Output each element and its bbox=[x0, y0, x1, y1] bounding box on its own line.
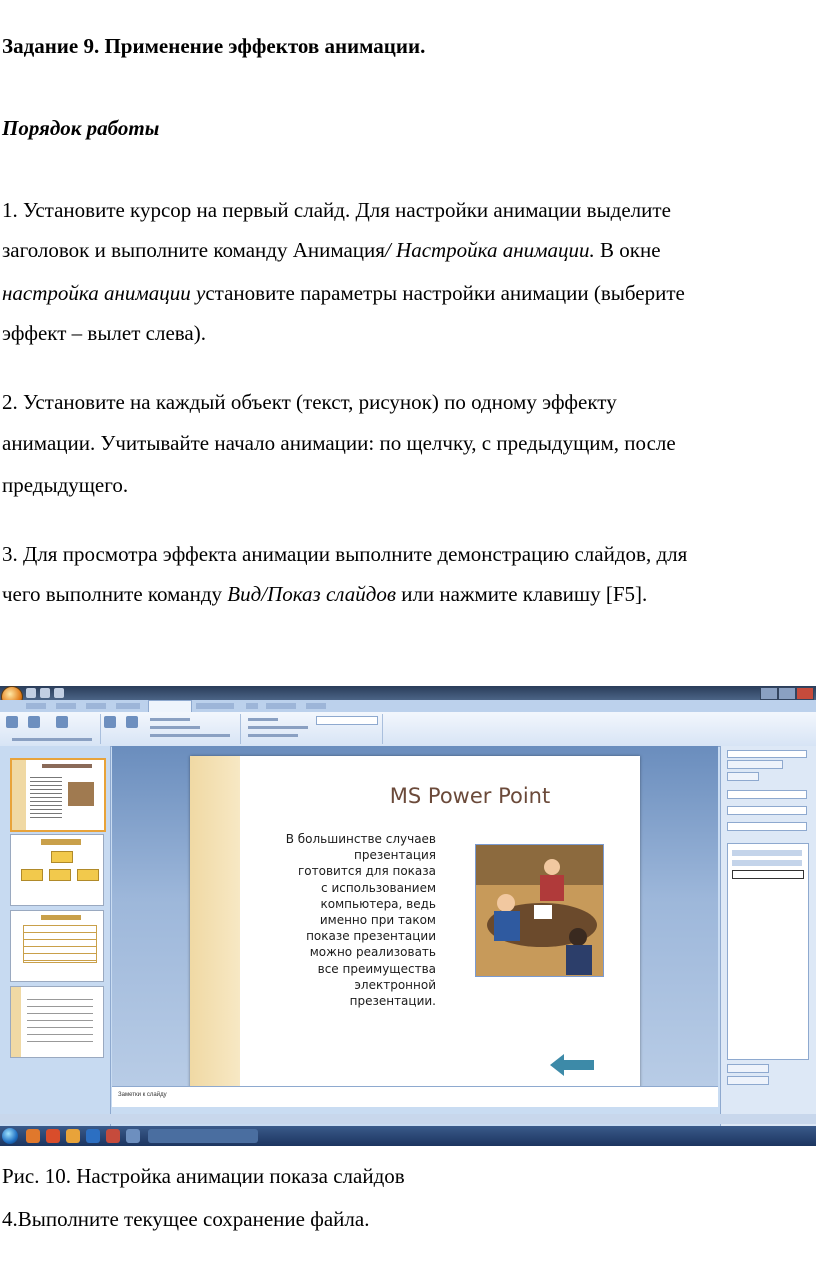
ribbon-group-setup bbox=[100, 714, 241, 744]
slide-thumbnail-2[interactable] bbox=[10, 834, 104, 906]
step3-command: Вид/Показ слайдов bbox=[227, 582, 396, 606]
notes-placeholder: Заметки к слайду bbox=[118, 1092, 167, 1098]
maximize-icon[interactable] bbox=[778, 687, 796, 700]
media-player-icon[interactable] bbox=[66, 1129, 80, 1143]
step1-command: / Настройка анимации. bbox=[384, 238, 595, 262]
explorer-icon[interactable] bbox=[126, 1129, 140, 1143]
presenter-view-line[interactable] bbox=[248, 734, 298, 737]
rehearse-timings-line[interactable] bbox=[150, 718, 190, 721]
slide-body-text[interactable]: В большинстве случаев презентация готови… bbox=[250, 831, 436, 1009]
step2-line2: анимации. Учитывайте начало анимации: по… bbox=[2, 431, 676, 455]
tab-format[interactable] bbox=[306, 703, 326, 709]
hide-slide-icon[interactable] bbox=[126, 716, 138, 728]
save-icon[interactable] bbox=[26, 688, 36, 698]
windows-taskbar bbox=[0, 1126, 816, 1146]
window-title-bar bbox=[0, 686, 816, 700]
tab-review[interactable] bbox=[196, 703, 234, 709]
slide-thumbnail-4[interactable] bbox=[10, 986, 104, 1058]
status-bar bbox=[0, 1114, 816, 1124]
step1-text-end: В окне bbox=[594, 238, 661, 262]
from-current-icon[interactable] bbox=[28, 716, 40, 728]
start-select[interactable] bbox=[727, 790, 807, 799]
resolution-line bbox=[248, 718, 278, 721]
ribbon-group-monitors bbox=[242, 714, 383, 744]
system-tray bbox=[720, 1129, 770, 1143]
firefox-icon[interactable] bbox=[26, 1129, 40, 1143]
figure-caption: Рис. 10. Настройка анимации показа слайд… bbox=[2, 1164, 405, 1188]
procedure-heading: Порядок работы bbox=[2, 116, 160, 140]
step3-line1: 3. Для просмотра эффекта анимации выполн… bbox=[2, 542, 688, 566]
slides-pane bbox=[0, 746, 111, 1128]
tab-developer[interactable] bbox=[266, 703, 296, 709]
undo-icon[interactable] bbox=[40, 688, 50, 698]
play-button[interactable] bbox=[727, 1064, 769, 1073]
slide-editing-area: MS Power Point В большинстве случаев пре… bbox=[112, 746, 718, 1092]
direction-select[interactable] bbox=[727, 806, 807, 815]
step1-window-name: настройка анимации у bbox=[2, 281, 206, 305]
word-icon[interactable] bbox=[86, 1129, 100, 1143]
step1-line4: эффект – вылет слева). bbox=[2, 321, 206, 345]
from-beginning-icon[interactable] bbox=[6, 716, 18, 728]
custom-show-icon[interactable] bbox=[56, 716, 68, 728]
ribbon-tabs bbox=[0, 700, 816, 712]
tab-slide-show[interactable] bbox=[148, 700, 192, 712]
effects-list[interactable] bbox=[727, 843, 809, 1060]
task-heading: Задание 9. Применение эффектов анимации. bbox=[2, 34, 426, 58]
step1-line3: настройка анимации установите параметры … bbox=[2, 280, 685, 306]
step3-text-end: или нажмите клавишу [F5]. bbox=[395, 582, 648, 606]
tab-view[interactable] bbox=[246, 703, 258, 709]
show-on-line bbox=[248, 726, 308, 729]
tab-animations[interactable] bbox=[116, 703, 140, 709]
powerpoint-screenshot: MS Power Point В большинстве случаев пре… bbox=[0, 686, 816, 1146]
step3-text: чего выполните команду bbox=[2, 582, 228, 606]
slide-decor-band bbox=[190, 756, 240, 1092]
slide-title[interactable]: MS Power Point bbox=[320, 784, 620, 808]
minimize-icon[interactable] bbox=[760, 687, 778, 700]
ribbon bbox=[0, 712, 816, 747]
resolution-select[interactable] bbox=[316, 716, 378, 725]
remove-effect-button[interactable] bbox=[727, 772, 759, 781]
record-narration-line[interactable] bbox=[150, 726, 200, 729]
slide-thumbnail-3[interactable] bbox=[10, 910, 104, 982]
step1-line2: заголовок и выполните команду Анимация/ … bbox=[2, 237, 661, 263]
tab-design[interactable] bbox=[86, 703, 106, 709]
current-slide[interactable]: MS Power Point В большинстве случаев пре… bbox=[190, 756, 640, 1092]
step1-line1: 1. Установите курсор на первый слайд. Дл… bbox=[2, 198, 671, 222]
redo-icon[interactable] bbox=[54, 688, 64, 698]
step4-text: 4.Выполните текущее сохранение файла. bbox=[2, 1207, 370, 1231]
slide-clipart-picture[interactable] bbox=[475, 844, 604, 977]
slide-thumbnail-1[interactable] bbox=[10, 758, 106, 832]
notes-pane[interactable]: Заметки к слайду bbox=[112, 1086, 718, 1107]
use-timings-line[interactable] bbox=[150, 734, 230, 737]
step3-line2: чего выполните команду Вид/Показ слайдов… bbox=[2, 581, 647, 607]
step1-text-cont: становите параметры настройки анимации (… bbox=[205, 281, 685, 305]
add-effect-button[interactable] bbox=[727, 760, 783, 769]
ribbon-group-start bbox=[2, 714, 101, 744]
step2-line3: предыдущего. bbox=[2, 473, 129, 497]
step2-line1: 2. Установите на каждый объект (текст, р… bbox=[2, 390, 617, 414]
powerpoint-icon[interactable] bbox=[106, 1129, 120, 1143]
step1-text: заголовок и выполните команду Анимация bbox=[2, 238, 385, 262]
setup-show-icon[interactable] bbox=[104, 716, 116, 728]
tab-home[interactable] bbox=[26, 703, 46, 709]
start-orb-icon[interactable] bbox=[2, 1128, 18, 1144]
custom-animation-pane bbox=[720, 746, 816, 1128]
opera-icon[interactable] bbox=[46, 1129, 60, 1143]
speed-select[interactable] bbox=[727, 822, 807, 831]
close-icon[interactable] bbox=[796, 687, 814, 700]
taskbar-window-button[interactable] bbox=[148, 1129, 258, 1143]
document-page: Задание 9. Применение эффектов анимации.… bbox=[0, 0, 816, 1271]
back-arrow-icon[interactable] bbox=[550, 1054, 594, 1076]
tab-insert[interactable] bbox=[56, 703, 76, 709]
pane-header bbox=[727, 750, 807, 758]
group-label-line bbox=[12, 738, 92, 741]
slide-show-button[interactable] bbox=[727, 1076, 769, 1085]
